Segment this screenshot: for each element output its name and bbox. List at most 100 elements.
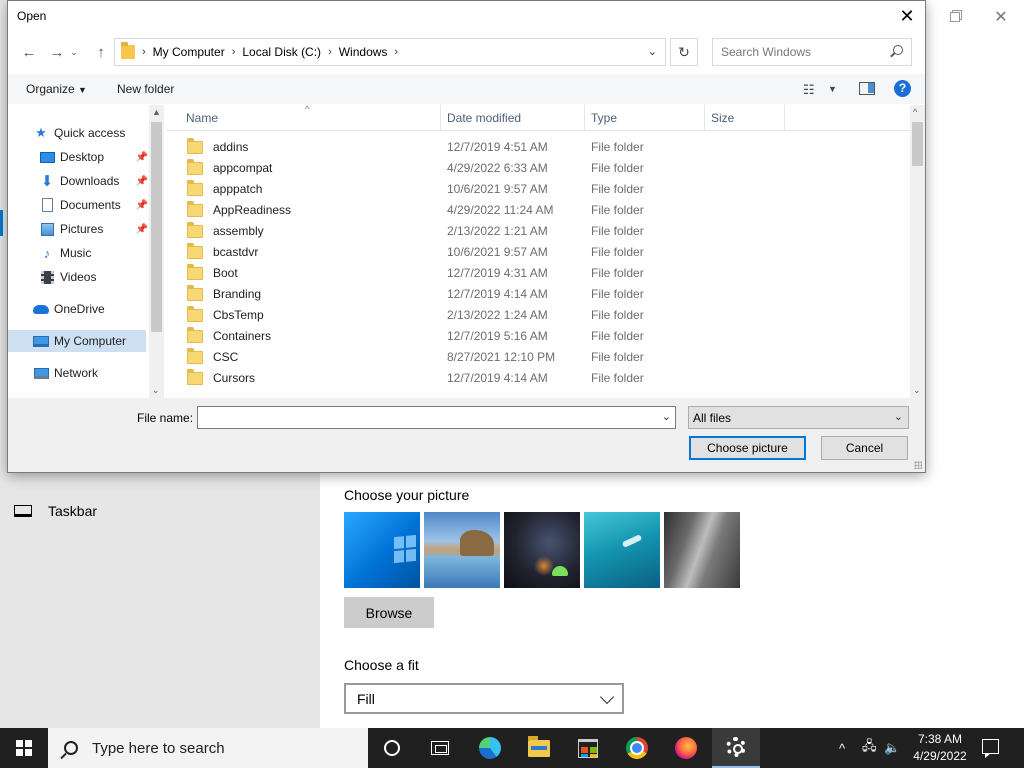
store-app[interactable] [564, 728, 612, 768]
scroll-down-icon[interactable]: ⌄ [913, 385, 921, 396]
scroll-down-icon[interactable]: ⌄ [152, 385, 160, 396]
help-icon[interactable]: ? [894, 80, 911, 97]
search-icon [64, 741, 78, 755]
nav-item-network[interactable]: Network [8, 362, 148, 384]
breadcrumb-item[interactable]: My Computer [153, 45, 225, 59]
choose-picture-button[interactable]: Choose picture [689, 436, 806, 460]
chevron-right-icon[interactable]: › [394, 46, 398, 58]
address-bar[interactable]: › My Computer › Local Disk (C:) › Window… [114, 38, 666, 66]
breadcrumb-item[interactable]: Local Disk (C:) [242, 45, 321, 59]
picture-thumbnails [344, 512, 740, 588]
chrome-app[interactable] [613, 728, 661, 768]
table-row[interactable]: Boot 12/7/2019 4:31 AM File folder [166, 262, 910, 283]
search-input[interactable]: Search Windows [712, 38, 912, 66]
scroll-thumb[interactable] [151, 122, 162, 332]
nav-label: Network [54, 366, 99, 380]
type-cell: File folder [591, 266, 644, 280]
column-size[interactable]: Size [711, 111, 734, 137]
taskbar-search-box[interactable]: Type here to search [48, 728, 368, 768]
sidebar-item-taskbar[interactable]: Taskbar [14, 503, 97, 519]
recent-locations-button[interactable]: ⌄ [66, 42, 82, 62]
scroll-up-icon[interactable]: ▲ [152, 107, 161, 117]
column-divider[interactable] [440, 105, 441, 131]
picture-thumbnail[interactable] [584, 512, 660, 588]
show-hidden-icons-button[interactable]: ^ [839, 728, 845, 768]
column-date-modified[interactable]: Date modified [447, 111, 521, 137]
picture-thumbnail[interactable] [664, 512, 740, 588]
taskbar-clock[interactable]: 7:38 AM 4/29/2022 [905, 731, 975, 765]
table-row[interactable]: bcastdvr 10/6/2021 9:57 AM File folder [166, 241, 910, 262]
diver-shape [621, 534, 643, 548]
picture-thumbnail[interactable] [344, 512, 420, 588]
file-explorer-app[interactable] [515, 728, 563, 768]
column-divider[interactable] [784, 105, 785, 131]
column-name[interactable]: Name [186, 111, 218, 137]
view-options-icon[interactable]: ☷ [803, 82, 815, 98]
network-status-icon[interactable]: 🖧 [862, 728, 877, 768]
table-row[interactable]: Cursors 12/7/2019 4:14 AM File folder [166, 367, 910, 388]
caret-down-icon[interactable]: ▼ [828, 84, 837, 94]
column-type[interactable]: Type [591, 111, 617, 137]
picture-thumbnail[interactable] [504, 512, 580, 588]
start-button[interactable] [0, 728, 48, 768]
edge-app[interactable] [466, 728, 514, 768]
file-type-select[interactable]: All files ⌄ [688, 406, 909, 429]
restore-button[interactable] [944, 6, 966, 28]
volume-icon[interactable]: 🔈 [884, 728, 900, 768]
nav-item-music[interactable]: ♪ Music [8, 242, 148, 264]
table-row[interactable]: Branding 12/7/2019 4:14 AM File folder [166, 283, 910, 304]
column-divider[interactable] [584, 105, 585, 131]
task-view-button[interactable] [416, 728, 464, 768]
nav-item-desktop[interactable]: Desktop 📌 [8, 146, 148, 168]
dialog-close-button[interactable]: ✕ [897, 6, 917, 26]
settings-app[interactable] [712, 728, 760, 768]
nav-label: Documents [60, 198, 121, 212]
table-row[interactable]: appcompat 4/29/2022 6:33 AM File folder [166, 157, 910, 178]
table-row[interactable]: assembly 2/13/2022 1:21 AM File folder [166, 220, 910, 241]
firefox-app[interactable] [662, 728, 710, 768]
nav-item-my-computer[interactable]: My Computer [8, 330, 146, 352]
preview-pane-icon[interactable] [859, 82, 875, 95]
table-row[interactable]: CSC 8/27/2021 12:10 PM File folder [166, 346, 910, 367]
nav-item-downloads[interactable]: ⬇ Downloads 📌 [8, 170, 148, 192]
fit-select[interactable]: Fill [344, 683, 624, 714]
folder-icon [187, 263, 203, 280]
nav-item-onedrive[interactable]: OneDrive [8, 298, 148, 320]
back-button[interactable]: ← [18, 42, 40, 62]
table-row[interactable]: addins 12/7/2019 4:51 AM File folder [166, 136, 910, 157]
nav-scrollbar[interactable]: ▲ ⌄ [149, 105, 164, 398]
file-name-cell: CbsTemp [187, 305, 264, 322]
refresh-button[interactable]: ↻ [670, 38, 698, 66]
resize-grip-icon[interactable] [914, 461, 922, 469]
browse-button[interactable]: Browse [344, 597, 434, 628]
scroll-thumb[interactable] [912, 122, 923, 166]
picture-thumbnail[interactable] [424, 512, 500, 588]
forward-button[interactable]: → [46, 42, 68, 62]
date-modified-cell: 2/13/2022 1:24 AM [447, 308, 548, 322]
table-row[interactable]: Containers 12/7/2019 5:16 AM File folder [166, 325, 910, 346]
breadcrumb-item[interactable]: Windows [339, 45, 388, 59]
file-list-scrollbar[interactable]: ^ ⌄ [910, 105, 925, 398]
nav-item-quick-access[interactable]: ★ Quick access [8, 122, 148, 144]
up-button[interactable]: ↑ [90, 42, 112, 62]
notifications-icon[interactable] [982, 739, 999, 758]
arrow-right-icon: → [49, 43, 65, 61]
new-folder-button[interactable]: New folder [117, 82, 174, 96]
cancel-button[interactable]: Cancel [821, 436, 908, 460]
chevron-down-icon[interactable]: ⌄ [648, 45, 657, 58]
organize-button[interactable]: Organize ▼ [26, 82, 87, 96]
nav-item-videos[interactable]: Videos [8, 266, 148, 288]
cortana-button[interactable] [368, 728, 416, 768]
file-name-input[interactable]: ⌄ [197, 406, 676, 429]
table-row[interactable]: apppatch 10/6/2021 9:57 AM File folder [166, 178, 910, 199]
nav-item-pictures[interactable]: Pictures 📌 [8, 218, 148, 240]
table-row[interactable]: CbsTemp 2/13/2022 1:24 AM File folder [166, 304, 910, 325]
video-icon [39, 270, 55, 284]
nav-item-documents[interactable]: Documents 📌 [8, 194, 148, 216]
table-row[interactable]: AppReadiness 4/29/2022 11:24 AM File folde… [166, 199, 910, 220]
scroll-up-icon[interactable]: ^ [913, 107, 917, 117]
close-settings-button[interactable]: ✕ [990, 6, 1012, 28]
folder-icon [187, 284, 203, 301]
chevron-down-icon[interactable]: ⌄ [662, 410, 671, 423]
column-divider[interactable] [704, 105, 705, 131]
